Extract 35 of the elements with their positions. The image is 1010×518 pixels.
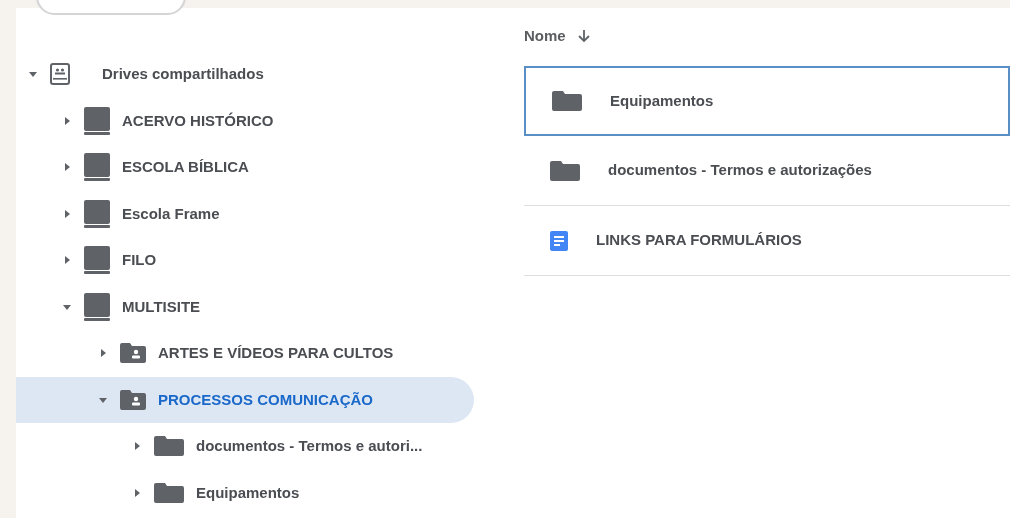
- tree-item[interactable]: Escola Frame: [16, 190, 474, 237]
- tree-item[interactable]: Equipamentos: [16, 469, 474, 516]
- tree-item[interactable]: MULTISITE: [16, 283, 474, 330]
- caret-right-icon[interactable]: [132, 487, 142, 498]
- drive-icon: [84, 106, 110, 135]
- caret-right-icon[interactable]: [62, 208, 72, 219]
- caret-right-icon[interactable]: [62, 162, 72, 173]
- caret-right-icon[interactable]: [98, 348, 108, 359]
- shared-folder-icon: [120, 389, 146, 410]
- drive-icon: [84, 246, 110, 275]
- drive-icon: [84, 292, 110, 321]
- tree-item[interactable]: Drives compartilhados: [16, 51, 474, 98]
- folder-icon: [154, 482, 184, 503]
- document-icon: [550, 230, 568, 251]
- tree-item[interactable]: documentos - Termos e autori...: [16, 423, 474, 470]
- tree-item[interactable]: FILO: [16, 237, 474, 284]
- name-column-header[interactable]: Nome: [524, 22, 590, 50]
- file-row[interactable]: LINKS PARA FORMULÁRIOS: [524, 206, 1010, 276]
- file-row[interactable]: Equipamentos: [524, 66, 1010, 136]
- shared-drive-icon: [50, 63, 70, 86]
- drive-icon: [84, 153, 110, 182]
- folder-icon: [552, 91, 582, 111]
- tree-item[interactable]: ESCOLA BÍBLICA: [16, 144, 474, 191]
- shared-folder-icon: [120, 343, 146, 364]
- tree-item[interactable]: ACERVO HISTÓRICO: [16, 97, 474, 144]
- drive-icon: [84, 199, 110, 228]
- arrow-down-icon: [577, 29, 590, 43]
- caret-right-icon[interactable]: [62, 115, 72, 126]
- tree-item[interactable]: PROCESSOS COMUNICAÇÃO: [16, 376, 474, 423]
- tree-item[interactable]: ARTES E VÍDEOS PARA CULTOS: [16, 330, 474, 377]
- file-row[interactable]: documentos - Termos e autorizações: [524, 136, 1010, 206]
- folder-icon: [550, 160, 580, 181]
- caret-right-icon[interactable]: [62, 255, 72, 266]
- caret-right-icon[interactable]: [132, 441, 142, 452]
- folder-icon: [154, 436, 184, 457]
